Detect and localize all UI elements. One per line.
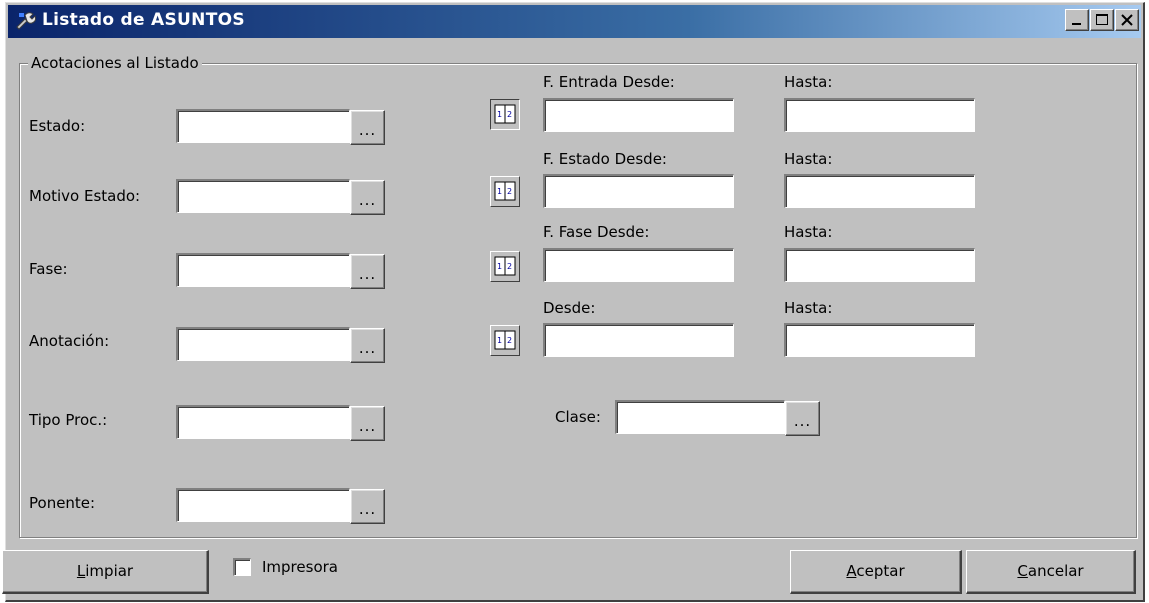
f-entrada-calendar-button[interactable]: 1 2	[490, 99, 520, 130]
close-icon	[1121, 14, 1133, 26]
hasta-label: Hasta:	[784, 299, 833, 317]
f-fase-calendar-button[interactable]: 1 2	[490, 251, 520, 282]
f-entrada-hasta-input[interactable]	[784, 98, 975, 132]
groupbox-label: Acotaciones al Listado	[28, 54, 202, 72]
f-entrada-desde-label: F. Entrada Desde:	[543, 73, 675, 91]
clase-input[interactable]	[615, 400, 785, 434]
clase-browse-button[interactable]: ...	[785, 401, 820, 436]
cancelar-button[interactable]: Cancelar	[966, 550, 1136, 594]
fase-label: Fase:	[29, 260, 68, 278]
fase-input[interactable]	[176, 253, 350, 287]
desde-label: Desde:	[543, 299, 596, 317]
estado-browse-button[interactable]: ...	[350, 110, 385, 145]
cancelar-label: ancelar	[1027, 562, 1084, 580]
close-button[interactable]	[1115, 9, 1139, 31]
f-fase-hasta-label: Hasta:	[784, 223, 833, 241]
estado-input[interactable]	[176, 109, 350, 143]
window-title: Listado de ASUNTOS	[42, 10, 245, 30]
anotacion-browse-button[interactable]: ...	[350, 328, 385, 363]
estado-label: Estado:	[29, 117, 86, 135]
ponente-browse-button[interactable]: ...	[350, 489, 385, 524]
f-entrada-hasta-label: Hasta:	[784, 73, 833, 91]
motivo-estado-browse-button[interactable]: ...	[350, 180, 385, 215]
svg-text:1: 1	[497, 262, 502, 271]
tipo-proc-input[interactable]	[176, 405, 350, 439]
aceptar-label: ceptar	[856, 562, 905, 580]
aceptar-accel: A	[846, 562, 857, 580]
maximize-icon	[1096, 14, 1108, 25]
minimize-icon	[1072, 23, 1081, 25]
f-fase-hasta-input[interactable]	[784, 248, 975, 282]
maximize-button[interactable]	[1090, 9, 1114, 31]
svg-text:2: 2	[507, 187, 512, 196]
impresora-checkbox[interactable]	[233, 558, 251, 576]
calendar-icon: 1 2	[494, 181, 516, 201]
dialog-window: Listado de ASUNTOS Acotaciones al Listad…	[2, 2, 1145, 602]
calendar-icon: 1 2	[494, 104, 516, 124]
f-estado-hasta-label: Hasta:	[784, 150, 833, 168]
clase-label: Clase:	[555, 408, 601, 426]
f-entrada-desde-input[interactable]	[543, 98, 734, 132]
desde-input[interactable]	[543, 323, 734, 357]
cancelar-accel: C	[1017, 562, 1028, 580]
calendar-icon: 1 2	[494, 330, 516, 350]
motivo-estado-input[interactable]	[176, 179, 350, 213]
tipo-proc-label: Tipo Proc.:	[29, 411, 108, 429]
motivo-estado-label: Motivo Estado:	[29, 187, 141, 205]
f-estado-calendar-button[interactable]: 1 2	[490, 176, 520, 207]
calendar-icon: 1 2	[494, 256, 516, 276]
limpiar-label: impiar	[85, 562, 134, 580]
f-fase-desde-label: F. Fase Desde:	[543, 223, 650, 241]
minimize-button[interactable]	[1065, 9, 1089, 31]
wrench-app-icon	[15, 11, 37, 31]
desde-calendar-button[interactable]: 1 2	[490, 325, 520, 356]
limpiar-accel: L	[76, 562, 86, 580]
hasta-input[interactable]	[784, 323, 975, 357]
svg-text:2: 2	[507, 110, 512, 119]
ponente-input[interactable]	[176, 488, 350, 522]
anotacion-input[interactable]	[176, 327, 350, 361]
svg-text:2: 2	[507, 336, 512, 345]
svg-text:1: 1	[497, 110, 502, 119]
svg-text:1: 1	[497, 187, 502, 196]
f-fase-desde-input[interactable]	[543, 248, 734, 282]
tipo-proc-browse-button[interactable]: ...	[350, 406, 385, 441]
aceptar-button[interactable]: Aceptar	[790, 550, 962, 594]
impresora-label[interactable]: Impresora	[262, 558, 338, 576]
svg-text:1: 1	[497, 336, 502, 345]
f-estado-desde-input[interactable]	[543, 174, 734, 208]
f-estado-hasta-input[interactable]	[784, 174, 975, 208]
fase-browse-button[interactable]: ...	[350, 254, 385, 289]
limpiar-button[interactable]: Limpiar	[2, 550, 209, 594]
anotacion-label: Anotación:	[29, 332, 110, 350]
ponente-label: Ponente:	[29, 494, 96, 512]
title-bar[interactable]: Listado de ASUNTOS	[8, 5, 1141, 38]
svg-text:2: 2	[507, 262, 512, 271]
f-estado-desde-label: F. Estado Desde:	[543, 150, 667, 168]
